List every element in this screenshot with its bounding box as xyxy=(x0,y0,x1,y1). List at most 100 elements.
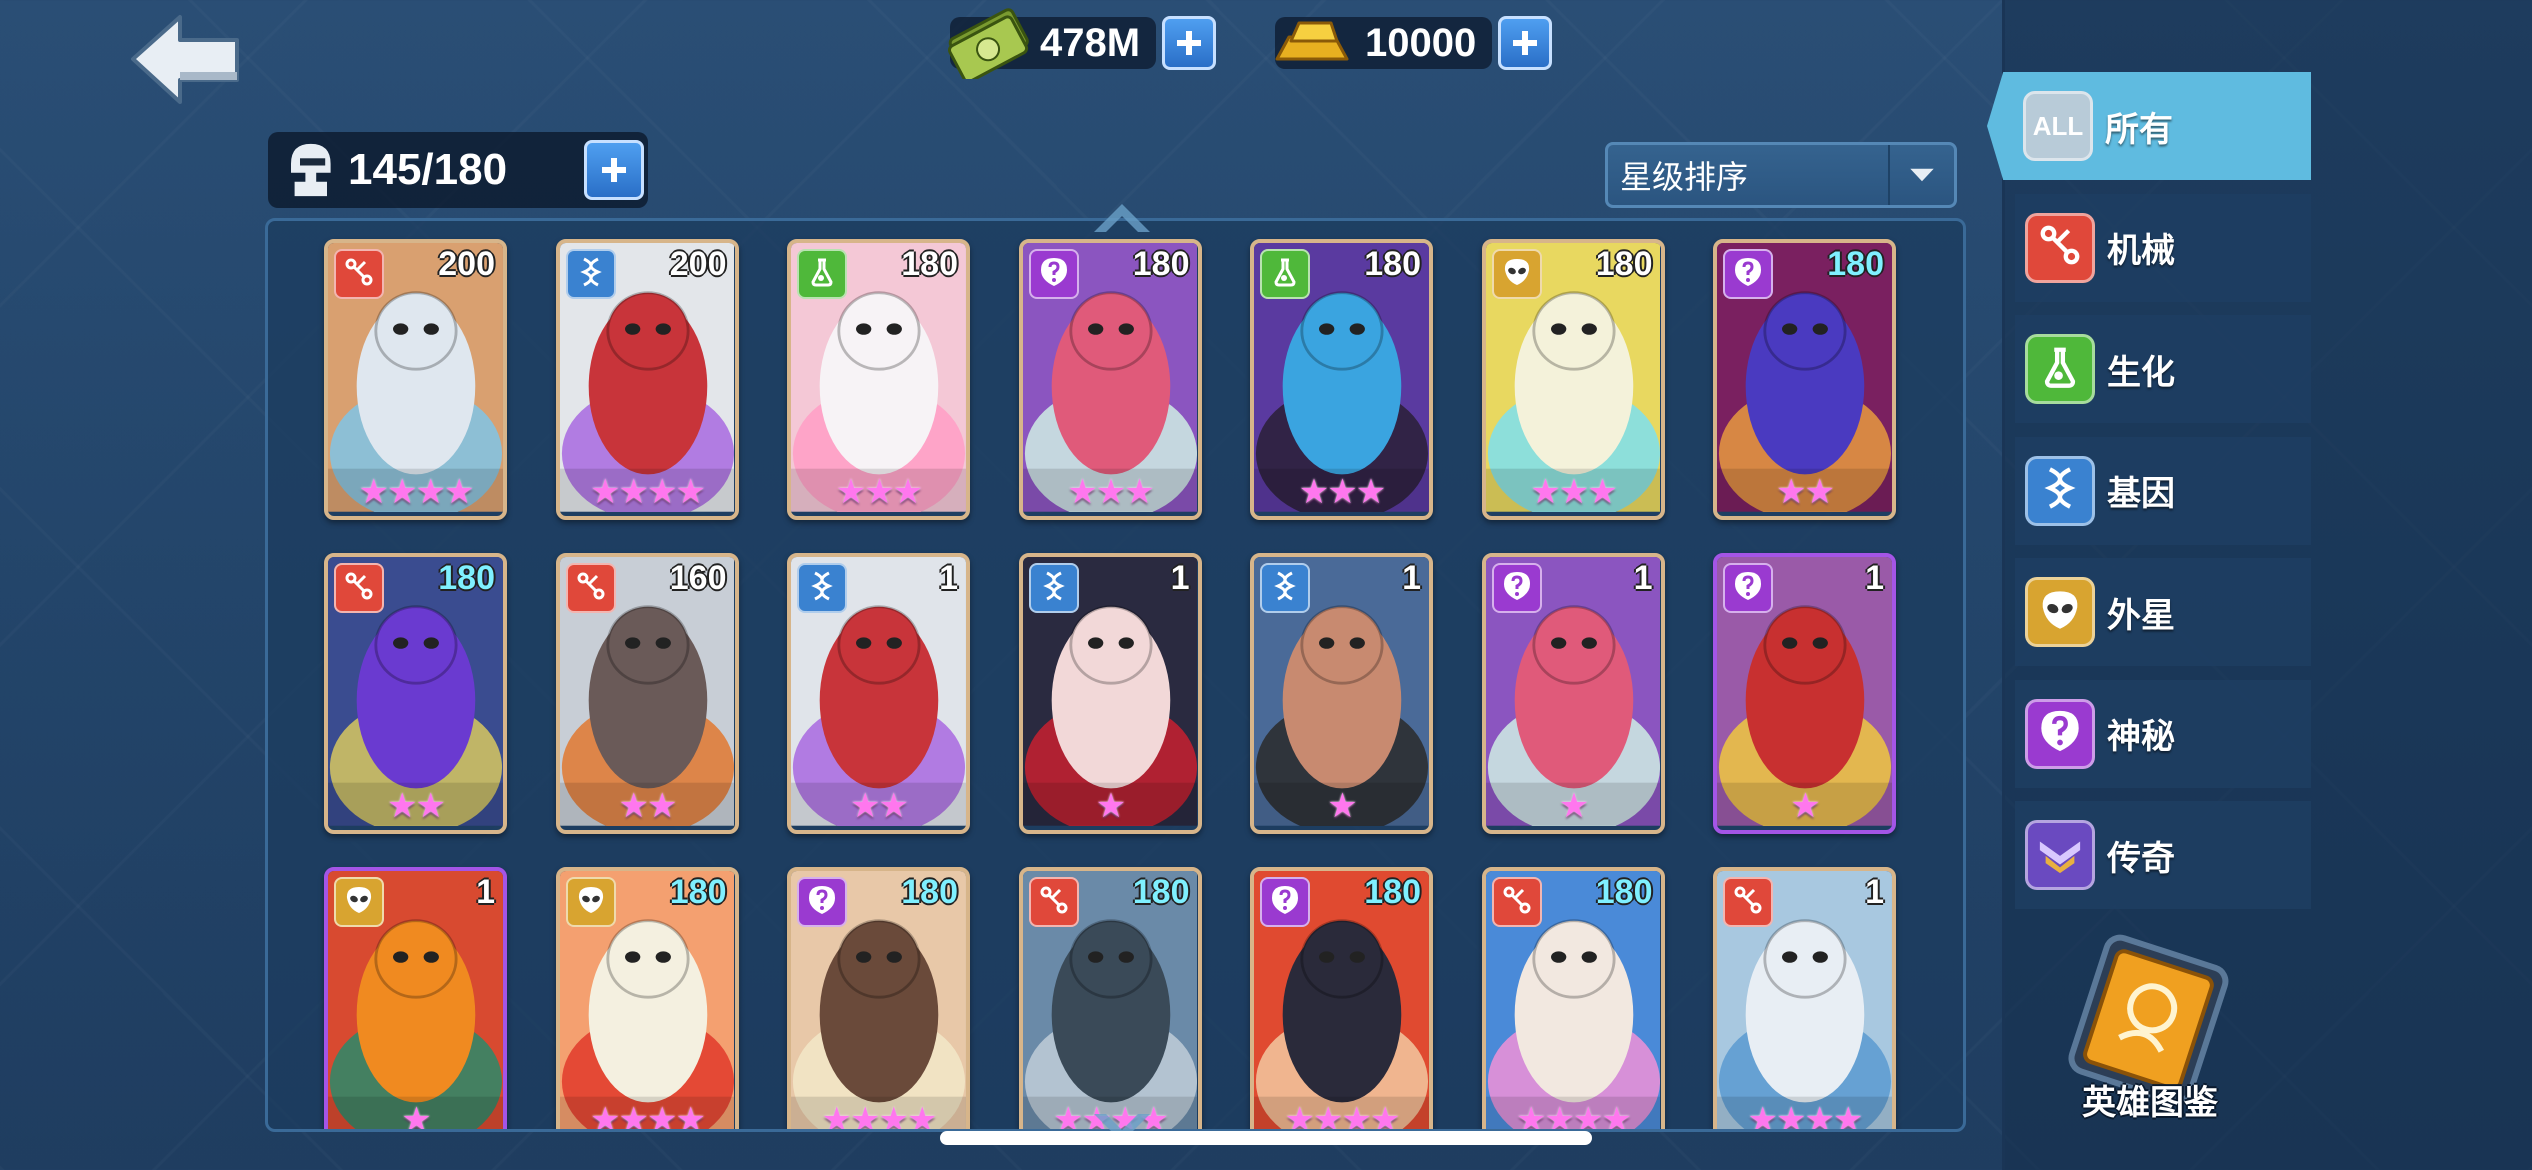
hero-card[interactable]: 180 ★★★★ xyxy=(1018,867,1202,1129)
bio-flask-icon xyxy=(806,256,838,293)
legend-wings-icon xyxy=(2037,830,2083,881)
mech-icon xyxy=(1501,884,1533,921)
hero-card[interactable]: 180 ★★ xyxy=(1713,239,1896,520)
class-badge xyxy=(797,249,847,299)
hero-stars: ★★★★ xyxy=(1516,1101,1632,1132)
class-badge xyxy=(1491,249,1542,299)
class-badge xyxy=(565,249,616,299)
hero-card[interactable]: 1 ★★ xyxy=(787,553,970,834)
mech-icon xyxy=(575,570,607,607)
filter-label: 机械 xyxy=(2107,232,2175,270)
hero-grid[interactable]: 200 ★★★★ 200 ★★★★ 180 ★★★ 180 ★★★ 180 ★★… xyxy=(265,218,1966,1132)
bio-flask-icon xyxy=(2037,344,2083,395)
bio-flask-icon xyxy=(1269,256,1301,293)
hero-stars: ★★★ xyxy=(1298,473,1386,511)
hero-level: 1 xyxy=(476,873,495,911)
filter-myst[interactable]: 神秘 xyxy=(2015,679,2311,788)
alien-icon xyxy=(575,884,607,921)
filter-mech[interactable]: 机械 xyxy=(2015,193,2311,302)
hero-level: 180 xyxy=(438,559,495,597)
hero-level: 1 xyxy=(1170,559,1190,597)
alien-icon xyxy=(1501,256,1533,293)
filter-alien[interactable]: 外星 xyxy=(2015,558,2311,666)
hero-stars: ★★ xyxy=(618,787,678,825)
mech-icon xyxy=(343,570,375,607)
sort-label: 星级排序 xyxy=(1620,159,1749,195)
scroll-up-icon[interactable] xyxy=(1090,198,1154,238)
class-badge xyxy=(797,563,847,613)
hero-card[interactable]: 180 ★★★★ xyxy=(787,867,970,1132)
filter-all[interactable]: ALL 所有 xyxy=(1987,72,2311,180)
hero-card[interactable]: 180 ★★ xyxy=(324,553,507,834)
hero-stars: ★★★★ xyxy=(821,1101,938,1132)
hero-card[interactable]: 180 ★★★ xyxy=(1250,239,1433,520)
mech-icon xyxy=(1732,884,1764,921)
class-badge xyxy=(797,877,847,927)
hero-level: 160 xyxy=(669,559,727,597)
hero-stars: ★ xyxy=(1558,787,1589,825)
plus-icon xyxy=(1177,31,1202,55)
mystery-icon xyxy=(1269,884,1301,921)
helmet-icon xyxy=(291,143,331,197)
hero-level: 180 xyxy=(1595,873,1653,911)
class-badge xyxy=(1028,563,1079,613)
class-badge xyxy=(334,877,384,927)
mystery-icon xyxy=(1501,570,1533,607)
filter-label: 神秘 xyxy=(2107,718,2175,756)
hero-level: 180 xyxy=(669,873,727,911)
class-badge xyxy=(334,249,384,299)
hero-stars: ★★★★ xyxy=(590,473,706,511)
money-counter: 478M xyxy=(948,8,1217,79)
class-badge xyxy=(1491,877,1542,927)
hero-card[interactable]: 180 ★★★★ xyxy=(1250,867,1433,1129)
alien-icon xyxy=(343,884,375,921)
hero-stars: ★★★★ xyxy=(590,1101,706,1132)
hero-card[interactable]: 200 ★★★★ xyxy=(555,239,739,520)
hero-card[interactable]: 1 ★ xyxy=(1481,553,1665,834)
hero-card[interactable]: 180 ★★★ xyxy=(1018,239,1202,520)
filter-label: 传奇 xyxy=(2107,839,2175,878)
class-badge xyxy=(1491,563,1542,613)
hero-card[interactable]: 1 ★ xyxy=(324,867,507,1129)
class-badge xyxy=(334,563,384,613)
hero-card[interactable]: 180 ★★★ xyxy=(787,239,970,520)
class-badge xyxy=(1723,249,1773,299)
hero-stars: ★★ xyxy=(1776,473,1835,511)
hero-card[interactable]: 1 ★★★★ xyxy=(1713,867,1896,1129)
hero-card[interactable]: 180 ★★★ xyxy=(1481,239,1665,520)
add-gold-button[interactable] xyxy=(1498,16,1553,70)
hero-card[interactable]: 1 ★ xyxy=(1250,553,1433,834)
hero-level: 180 xyxy=(1132,245,1190,283)
hero-stars: ★★ xyxy=(387,787,446,825)
filter-legend[interactable]: 传奇 xyxy=(2015,801,2311,909)
hero-stars: ★★ xyxy=(850,787,909,825)
hero-card[interactable]: 1 ★ xyxy=(1713,553,1896,834)
hero-capacity-value: 145/180 xyxy=(348,145,508,194)
class-badge xyxy=(1723,563,1773,613)
back-arrow-icon xyxy=(131,15,239,104)
hero-level: 200 xyxy=(669,245,727,283)
class-badge xyxy=(1260,563,1310,613)
class-badge xyxy=(1723,877,1773,927)
filter-bio[interactable]: 生化 xyxy=(2015,315,2311,423)
hero-card[interactable]: 180 ★★★★ xyxy=(1481,867,1665,1132)
hero-card[interactable]: 180 ★★★★ xyxy=(555,867,739,1132)
mystery-icon xyxy=(1732,256,1764,293)
filter-gene[interactable]: 基因 xyxy=(2015,436,2311,545)
back-button[interactable] xyxy=(125,12,245,107)
mystery-icon xyxy=(1038,256,1070,293)
cash-icon xyxy=(948,8,1029,79)
add-money-button[interactable] xyxy=(1162,16,1217,70)
hero-card[interactable]: 200 ★★★★ xyxy=(324,239,507,520)
hero-stars: ★ xyxy=(1095,787,1126,825)
money-value: 478M xyxy=(1040,20,1141,65)
hero-level: 200 xyxy=(438,245,495,283)
hero-level: 180 xyxy=(1132,873,1190,911)
class-badge xyxy=(565,563,616,613)
hero-card[interactable]: 1 ★ xyxy=(1018,553,1202,834)
sort-dropdown[interactable]: 星级排序 xyxy=(1605,142,1957,208)
expand-capacity-button[interactable] xyxy=(584,140,644,200)
plus-icon xyxy=(1513,31,1538,55)
hero-card[interactable]: 160 ★★ xyxy=(555,553,739,834)
gold-counter: 10000 xyxy=(1275,14,1553,72)
